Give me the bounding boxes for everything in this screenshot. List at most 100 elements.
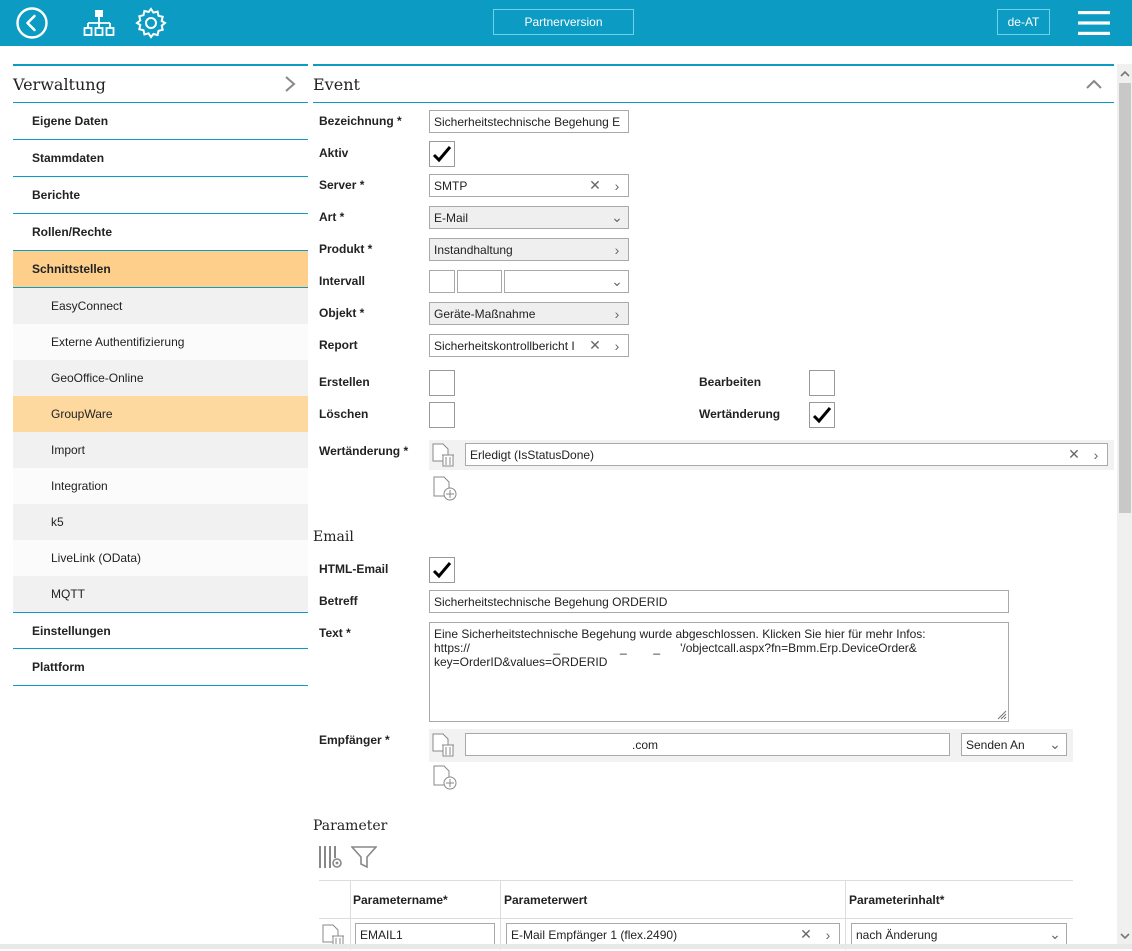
checkmark-icon (432, 146, 452, 163)
art-label: Art * (319, 210, 345, 224)
senden-an-value: Senden An (966, 737, 1025, 752)
column-header-parameterinhalt[interactable]: Parameterinhalt* (849, 893, 944, 907)
objekt-field[interactable]: Geräte-Maßnahme › (429, 302, 629, 325)
betreff-input[interactable]: Sicherheitstechnische Begehung ORDERID (429, 590, 1009, 613)
column-header-parametername[interactable]: Parametername* (353, 893, 448, 907)
sidebar: Verwaltung Eigene Daten Stammdaten Beric… (13, 64, 308, 686)
empfaenger-label: Empfänger * (319, 733, 390, 747)
gear-icon[interactable] (133, 5, 169, 41)
server-field[interactable]: SMTP ✕ › (429, 174, 629, 197)
chevron-down-icon: ⌄ (611, 209, 623, 225)
sitemap-icon[interactable] (82, 5, 116, 41)
clear-icon[interactable]: ✕ (584, 337, 606, 354)
text-label: Text * (319, 626, 351, 640)
sidebar-item-berichte[interactable]: Berichte (13, 177, 308, 214)
chevron-right-icon[interactable]: › (606, 306, 628, 322)
bezeichnung-label: Bezeichnung * (319, 114, 402, 128)
report-label: Report (319, 338, 358, 352)
bearbeiten-checkbox[interactable] (809, 370, 835, 396)
chevron-right-icon[interactable]: › (606, 242, 628, 258)
intervall-select[interactable]: ⌄ (504, 270, 629, 293)
sidebar-item-schnittstellen[interactable]: Schnittstellen (13, 251, 308, 288)
clear-icon[interactable]: ✕ (1063, 446, 1085, 463)
sidebar-subitem-livelink[interactable]: LiveLink (OData) (13, 540, 308, 576)
wertaenderung-checkbox[interactable] (809, 402, 835, 428)
text-textarea[interactable]: Eine Sicherheitstechnische Begehung wurd… (429, 622, 1009, 722)
chevron-down-icon: ⌄ (1049, 926, 1061, 942)
bearbeiten-label: Bearbeiten (699, 375, 762, 389)
language-button[interactable]: de-AT (997, 9, 1050, 35)
hamburger-icon[interactable] (1076, 5, 1112, 41)
clear-icon[interactable]: ✕ (795, 926, 817, 943)
table-row-parameterwert-field[interactable]: E-Mail Empfänger 1 (flex.2490) ✕ › (506, 923, 840, 946)
parameter-title: Parameter (313, 818, 388, 834)
sidebar-item-plattform[interactable]: Plattform (13, 649, 308, 686)
add-document-icon[interactable] (432, 476, 458, 505)
chevron-down-icon: ⌄ (1049, 736, 1061, 752)
intervall-input-2[interactable] (457, 270, 502, 293)
event-title: Event (313, 74, 360, 94)
chevron-down-icon: ⌄ (611, 273, 623, 289)
sidebar-item-einstellungen[interactable]: Einstellungen (13, 612, 308, 649)
produkt-field[interactable]: Instandhaltung › (429, 238, 629, 261)
column-settings-icon[interactable] (318, 844, 344, 873)
partner-version-button[interactable]: Partnerversion (493, 9, 634, 35)
html-email-checkbox[interactable] (429, 557, 455, 583)
aktiv-checkbox[interactable] (429, 141, 455, 167)
sidebar-subitem-import[interactable]: Import (13, 432, 308, 468)
art-value: E-Mail (434, 210, 469, 225)
resize-grip-icon[interactable] (995, 708, 1007, 720)
text-line-3: key=OrderID&values=ORDERID (434, 655, 608, 669)
sidebar-subitem-mqtt[interactable]: MQTT (13, 576, 308, 612)
chevron-up-icon[interactable] (1086, 79, 1102, 89)
betreff-label: Betreff (319, 594, 358, 608)
delete-document-icon[interactable] (431, 443, 457, 470)
table-row-parameterinhalt-select[interactable]: nach Änderung ⌄ (851, 923, 1067, 946)
chevron-right-icon[interactable]: › (817, 927, 839, 943)
parameterwert-value: E-Mail Empfänger 1 (flex.2490) (511, 927, 678, 942)
chevron-right-icon (285, 76, 296, 92)
sidebar-subitem-externe-auth[interactable]: Externe Authentifizierung (13, 324, 308, 360)
event-panel: Event (313, 64, 1114, 103)
bezeichnung-value: Sicherheitstechnische Begehung E (434, 114, 621, 129)
filter-icon[interactable] (350, 845, 378, 872)
sidebar-subitem-geooffice[interactable]: GeoOffice-Online (13, 360, 308, 396)
horizontal-scrollbar[interactable] (0, 944, 1132, 949)
bezeichnung-input[interactable]: Sicherheitstechnische Begehung E (429, 110, 629, 133)
sidebar-header[interactable]: Verwaltung (13, 64, 308, 103)
delete-document-icon[interactable] (431, 733, 457, 760)
wertaenderung-list-label: Wertänderung * (319, 444, 409, 458)
add-document-icon[interactable] (432, 765, 458, 794)
intervall-label: Intervall (319, 274, 366, 288)
sidebar-subitem-k5[interactable]: k5 (13, 504, 308, 540)
clear-icon[interactable]: ✕ (584, 177, 606, 194)
senden-an-select[interactable]: Senden An ⌄ (961, 733, 1067, 756)
event-header[interactable]: Event (313, 64, 1114, 103)
back-circle-icon[interactable] (14, 5, 50, 41)
erstellen-checkbox[interactable] (429, 370, 455, 396)
scroll-down-arrow-icon[interactable] (1119, 930, 1131, 942)
checkmark-icon (812, 407, 832, 424)
empfaenger-input[interactable]: .com (465, 733, 950, 756)
sidebar-item-stammdaten[interactable]: Stammdaten (13, 140, 308, 177)
chevron-right-icon[interactable]: › (606, 338, 628, 354)
sidebar-item-rollen-rechte[interactable]: Rollen/Rechte (13, 214, 308, 251)
intervall-input-1[interactable] (429, 270, 455, 293)
wertaenderung-value: Erledigt (IsStatusDone) (470, 447, 595, 462)
art-select[interactable]: E-Mail ⌄ (429, 206, 629, 229)
sidebar-subitem-integration[interactable]: Integration (13, 468, 308, 504)
chevron-right-icon[interactable]: › (606, 178, 628, 194)
produkt-label: Produkt * (319, 242, 373, 256)
sidebar-subitem-easyconnect[interactable]: EasyConnect (13, 288, 308, 324)
scrollbar-thumb[interactable] (1119, 83, 1131, 513)
wertaenderung-field[interactable]: Erledigt (IsStatusDone) ✕ › (465, 443, 1108, 466)
scroll-up-arrow-icon[interactable] (1119, 68, 1131, 80)
chevron-right-icon[interactable]: › (1085, 447, 1107, 463)
table-row-parametername-input[interactable]: EMAIL1 (355, 923, 495, 946)
sidebar-item-eigene-daten[interactable]: Eigene Daten (13, 103, 308, 140)
loeschen-checkbox[interactable] (429, 402, 455, 428)
wertaenderung-label: Wertänderung (699, 407, 781, 421)
column-header-parameterwert[interactable]: Parameterwert (504, 893, 587, 907)
report-field[interactable]: Sicherheitskontrollbericht I ✕ › (429, 334, 629, 357)
sidebar-subitem-groupware[interactable]: GroupWare (13, 396, 308, 432)
